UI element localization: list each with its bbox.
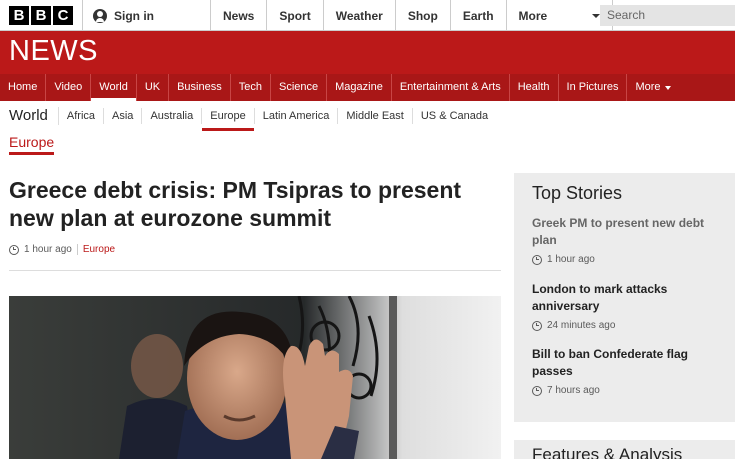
clock-icon	[9, 244, 19, 255]
top-nav-weather[interactable]: Weather	[322, 0, 395, 31]
section-nav-magazine[interactable]: Magazine	[327, 74, 392, 101]
subnav-latin-america[interactable]: Latin America	[255, 108, 339, 124]
logo-letter-c: C	[53, 6, 73, 25]
top-nav-news[interactable]: News	[210, 0, 266, 31]
section-nav-video[interactable]: Video	[46, 74, 92, 101]
section-nav-home[interactable]: Home	[0, 74, 47, 101]
article-photo	[9, 296, 501, 459]
top-nav-more-label: More	[518, 8, 548, 23]
top-nav-shop[interactable]: Shop	[394, 0, 450, 31]
story-time: 1 hour ago	[547, 254, 595, 265]
news-banner: NEWS	[0, 31, 735, 74]
clock-icon	[532, 320, 542, 331]
article-headline: Greece debt crisis: PM Tsipras to presen…	[9, 177, 462, 231]
logo-letter-b2: B	[31, 6, 51, 25]
masthead: B B C Sign in News Sport Weather Shop Ea…	[0, 0, 735, 31]
features-analysis: Features & Analysis	[514, 440, 735, 459]
user-icon	[93, 8, 107, 23]
article-tag[interactable]: Europe	[83, 244, 115, 255]
section-nav-health[interactable]: Health	[510, 74, 559, 101]
story-title[interactable]: London to mark attacks anniversary	[532, 281, 727, 315]
section-nav-in-pictures[interactable]: In Pictures	[559, 74, 628, 101]
section-nav-uk[interactable]: UK	[137, 74, 170, 101]
chevron-down-icon	[664, 85, 671, 90]
story-meta: 1 hour ago	[532, 254, 727, 265]
section-nav-business[interactable]: Business	[169, 74, 231, 101]
section-nav-more-label: More	[635, 81, 661, 93]
top-nav: News Sport Weather Shop Earth More	[210, 0, 613, 31]
list-item[interactable]: Greek PM to present new debt plan 1 hour…	[532, 215, 727, 265]
section-nav-tech[interactable]: Tech	[231, 74, 271, 101]
clock-icon	[532, 254, 542, 265]
subnav-australia[interactable]: Australia	[142, 108, 203, 124]
subnav-title[interactable]: World	[0, 107, 59, 125]
bbc-logo[interactable]: B B C	[9, 6, 73, 25]
subnav-africa[interactable]: Africa	[59, 108, 105, 124]
chevron-down-icon	[591, 13, 600, 18]
divider	[9, 270, 501, 271]
top-nav-sport[interactable]: Sport	[266, 0, 322, 31]
section-nav-more[interactable]: More	[627, 74, 678, 101]
subnav-asia[interactable]: Asia	[104, 108, 143, 124]
section-label[interactable]: Europe	[9, 134, 55, 155]
news-wordmark[interactable]: NEWS	[9, 35, 98, 68]
list-item[interactable]: London to mark attacks anniversary 24 mi…	[532, 281, 727, 331]
logo-letter-b1: B	[9, 6, 29, 25]
top-stories-title: Top Stories	[532, 183, 623, 203]
meta-divider	[76, 244, 78, 255]
story-title[interactable]: Bill to ban Confederate flag passes	[532, 346, 727, 380]
section-nav-world[interactable]: World	[91, 74, 137, 101]
signin-label: Sign in	[114, 8, 154, 23]
world-subnav: World Africa Asia Australia Europe Latin…	[0, 101, 735, 131]
section-nav-entertainment[interactable]: Entertainment & Arts	[392, 74, 510, 101]
subnav-europe[interactable]: Europe	[202, 108, 255, 131]
photo-illustration	[9, 296, 501, 459]
section-nav-science[interactable]: Science	[271, 74, 328, 101]
section-nav: Home Video World UK Business Tech Scienc…	[0, 74, 735, 101]
list-item[interactable]: Bill to ban Confederate flag passes 7 ho…	[532, 346, 727, 396]
signin-link[interactable]: Sign in	[82, 0, 210, 31]
clock-icon	[532, 385, 542, 396]
article-meta: 1 hour ago Europe	[9, 244, 115, 255]
top-nav-more[interactable]: More	[505, 0, 613, 31]
story-time: 7 hours ago	[547, 385, 600, 396]
story-title[interactable]: Greek PM to present new debt plan	[532, 215, 727, 249]
story-meta: 7 hours ago	[532, 385, 727, 396]
search-input[interactable]: Search	[600, 5, 735, 26]
subnav-us-canada[interactable]: US & Canada	[413, 108, 496, 124]
top-nav-earth[interactable]: Earth	[449, 0, 506, 31]
story-meta: 24 minutes ago	[532, 320, 727, 331]
subnav-middle-east[interactable]: Middle East	[338, 108, 413, 124]
article-time: 1 hour ago	[24, 244, 72, 255]
features-title: Features & Analysis	[532, 445, 683, 459]
story-time: 24 minutes ago	[547, 320, 616, 331]
top-stories: Top Stories Greek PM to present new debt…	[514, 173, 735, 422]
